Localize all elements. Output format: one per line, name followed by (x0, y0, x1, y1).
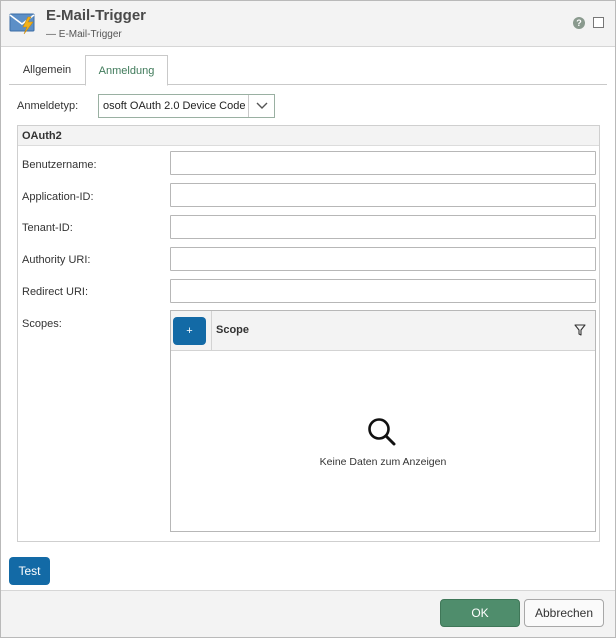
chevron-down-icon (256, 102, 268, 109)
empty-grid-message: Keine Daten zum Anzeigen (319, 456, 447, 468)
cancel-button[interactable]: Abbrechen (524, 599, 604, 627)
grid-header-separator (211, 311, 212, 351)
application-id-label: Application-ID: (22, 191, 94, 203)
anmeldetyp-dropdown-button[interactable] (248, 95, 274, 117)
tab-allgemein[interactable]: Allgemein (13, 55, 81, 85)
authority-uri-label: Authority URI: (22, 254, 91, 266)
authority-uri-input[interactable] (170, 247, 596, 271)
scopes-grid: + Scope Keine Daten zum Anzeigen (170, 310, 596, 532)
filter-icon[interactable] (574, 324, 586, 339)
scopes-grid-header: + Scope (171, 311, 595, 351)
tenant-id-input[interactable] (170, 215, 596, 239)
dialog-subtitle: — E-Mail-Trigger (46, 29, 122, 40)
anmeldetyp-select[interactable]: osoft OAuth 2.0 Device Code (98, 94, 275, 118)
oauth2-group-header: OAuth2 (18, 126, 599, 146)
scope-column-header[interactable]: Scope (216, 324, 249, 336)
dialog-header: E-Mail-Trigger — E-Mail-Trigger ? (1, 1, 615, 47)
dialog-window: E-Mail-Trigger — E-Mail-Trigger ? Allgem… (0, 0, 616, 638)
application-id-input[interactable] (170, 183, 596, 207)
add-scope-button[interactable]: + (173, 317, 206, 345)
ok-button[interactable]: OK (440, 599, 520, 627)
anmeldetyp-value: osoft OAuth 2.0 Device Code (103, 100, 246, 112)
search-icon (367, 417, 397, 450)
scopes-label: Scopes: (22, 318, 62, 330)
redirect-uri-label: Redirect URI: (22, 286, 89, 298)
test-button[interactable]: Test (9, 557, 50, 585)
dialog-title: E-Mail-Trigger (46, 7, 147, 24)
benutzername-input[interactable] (170, 151, 596, 175)
oauth2-group-title: OAuth2 (22, 130, 62, 142)
tenant-id-label: Tenant-ID: (22, 222, 73, 234)
tab-anmeldung[interactable]: Anmeldung (85, 55, 168, 86)
redirect-uri-input[interactable] (170, 279, 596, 303)
dialog-footer: OK Abbrechen (1, 590, 615, 637)
benutzername-label: Benutzername: (22, 159, 97, 171)
envelope-lightning-icon (9, 11, 37, 35)
tab-bar: Allgemein Anmeldung (1, 47, 615, 86)
anmeldetyp-label: Anmeldetyp: (17, 100, 79, 112)
maximize-icon[interactable] (593, 17, 604, 28)
help-icon[interactable]: ? (573, 17, 585, 29)
